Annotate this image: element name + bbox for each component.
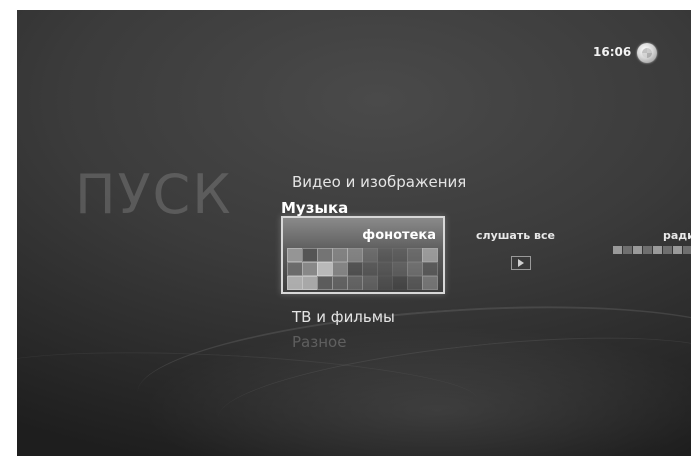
menu-item-music[interactable]: Музыка xyxy=(281,199,348,217)
media-center-screen: 16:06 ПУСК Видео и изображения Музыка фо… xyxy=(17,10,691,456)
album-thumbnail xyxy=(347,276,363,290)
radio-tile-segment xyxy=(683,246,691,254)
clock: 16:06 xyxy=(593,45,632,59)
radio-tile-segment xyxy=(643,246,652,254)
library-tile[interactable]: фонотека xyxy=(281,216,445,294)
album-thumbnail xyxy=(287,262,303,276)
album-thumbnail xyxy=(422,262,438,276)
menu-item-other[interactable]: Разное xyxy=(292,333,346,351)
library-tile-label: фонотека xyxy=(362,228,436,243)
album-thumbnail xyxy=(332,262,348,276)
play-icon[interactable] xyxy=(511,256,531,270)
album-thumbnail xyxy=(302,248,318,262)
radio-tile-segment xyxy=(613,246,622,254)
radio-tile-segment xyxy=(633,246,642,254)
album-thumbnail xyxy=(407,276,423,290)
album-thumbnails xyxy=(287,248,438,290)
album-thumbnail xyxy=(332,276,348,290)
album-thumbnail xyxy=(407,262,423,276)
album-thumbnail xyxy=(422,248,438,262)
album-thumbnail xyxy=(422,276,438,290)
album-thumbnail xyxy=(347,248,363,262)
album-thumbnail xyxy=(302,276,318,290)
album-thumbnail xyxy=(392,248,408,262)
menu-item-video[interactable]: Видео и изображения xyxy=(292,173,466,191)
album-thumbnail xyxy=(392,262,408,276)
album-thumbnail xyxy=(362,262,378,276)
album-thumbnail xyxy=(287,276,303,290)
radio-label[interactable]: ради xyxy=(663,229,691,242)
page-title: ПУСК xyxy=(75,163,233,226)
album-thumbnail xyxy=(392,276,408,290)
radio-tile-strip[interactable] xyxy=(613,246,691,254)
album-thumbnail xyxy=(377,276,393,290)
media-center-logo-icon[interactable] xyxy=(637,43,657,63)
album-thumbnail xyxy=(287,248,303,262)
radio-tile-segment xyxy=(653,246,662,254)
album-thumbnail xyxy=(407,248,423,262)
radio-tile-segment xyxy=(673,246,682,254)
album-thumbnail xyxy=(362,248,378,262)
album-thumbnail xyxy=(317,248,333,262)
album-thumbnail xyxy=(377,262,393,276)
album-thumbnail xyxy=(317,262,333,276)
background-swoosh xyxy=(17,341,479,430)
play-all-label[interactable]: слушать все xyxy=(476,229,555,242)
background-swoosh xyxy=(213,318,691,456)
album-thumbnail xyxy=(332,248,348,262)
album-thumbnail xyxy=(347,262,363,276)
background-swoosh xyxy=(133,288,691,454)
radio-tile-segment xyxy=(663,246,672,254)
album-thumbnail xyxy=(317,276,333,290)
radio-tile-segment xyxy=(623,246,632,254)
album-thumbnail xyxy=(362,276,378,290)
menu-item-tv[interactable]: ТВ и фильмы xyxy=(292,308,395,326)
album-thumbnail xyxy=(377,248,393,262)
album-thumbnail xyxy=(302,262,318,276)
